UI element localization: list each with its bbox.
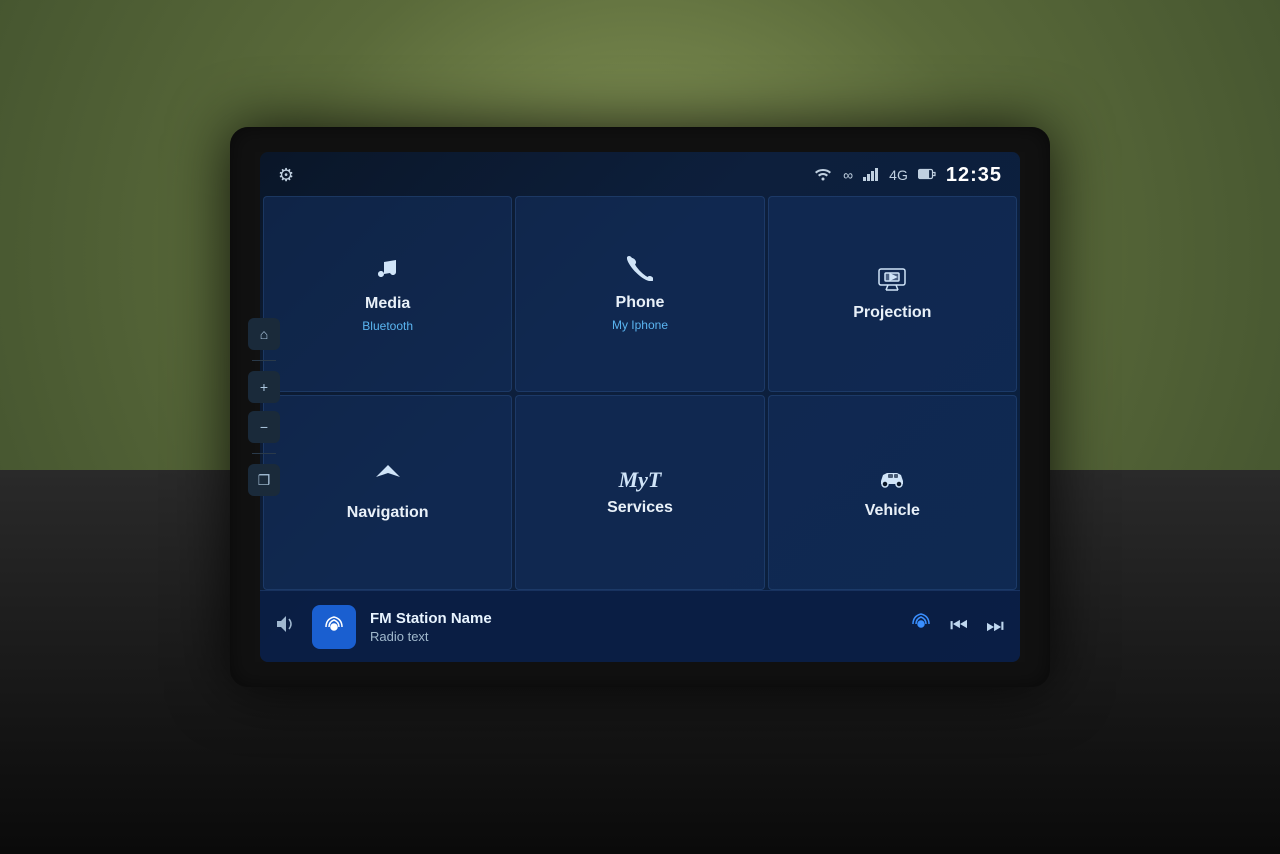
phone-tile[interactable]: Phone My Iphone — [515, 196, 764, 392]
services-tile[interactable]: MyT Services — [515, 395, 764, 591]
radio-text: Radio text — [370, 629, 896, 644]
prev-button[interactable]: ⏮ — [950, 615, 968, 638]
media-controls: ⏮ ⏭ — [910, 613, 1004, 641]
layers-button[interactable]: ❐ — [248, 464, 280, 496]
music-icon — [374, 254, 402, 289]
media-bar: FM Station Name Radio text ⏮ ⏭ — [260, 590, 1020, 662]
projection-icon — [877, 265, 907, 298]
radio-icon-button[interactable] — [312, 605, 356, 649]
app-grid: Media Bluetooth Phone My Iphone — [260, 196, 1020, 590]
media-info: FM Station Name Radio text — [370, 610, 896, 644]
side-controls: ⌂ + − ❐ — [248, 318, 280, 496]
wifi-icon — [813, 167, 833, 184]
radio-active-icon[interactable] — [910, 613, 932, 641]
vehicle-label: Vehicle — [865, 502, 920, 520]
media-label: Media — [365, 295, 410, 313]
navigation-tile[interactable]: Navigation — [263, 395, 512, 591]
main-screen: ⚙ ∞ — [260, 152, 1020, 662]
volume-up-button[interactable]: + — [248, 371, 280, 403]
navigation-icon — [374, 463, 402, 498]
screen-bezel: ⌂ + − ❐ ⚙ ∞ — [230, 127, 1050, 687]
media-sublabel: Bluetooth — [362, 319, 413, 333]
projection-label: Projection — [853, 304, 931, 322]
phone-icon — [627, 255, 653, 288]
projection-tile[interactable]: Projection — [768, 196, 1017, 392]
vehicle-icon — [875, 465, 909, 496]
vehicle-tile[interactable]: Vehicle — [768, 395, 1017, 591]
phone-label: Phone — [616, 294, 665, 312]
volume-down-button[interactable]: − — [248, 411, 280, 443]
next-button[interactable]: ⏭ — [986, 615, 1004, 638]
time-display: 12:35 — [946, 164, 1002, 187]
signal-icon — [863, 167, 879, 184]
settings-icon[interactable]: ⚙ — [278, 165, 294, 186]
station-name: FM Station Name — [370, 610, 896, 627]
volume-icon[interactable] — [276, 615, 298, 638]
4g-label: 4G — [889, 167, 908, 183]
services-label: Services — [607, 499, 673, 517]
infinity-icon: ∞ — [843, 167, 853, 183]
home-button[interactable]: ⌂ — [248, 318, 280, 350]
navigation-label: Navigation — [347, 504, 429, 522]
myt-logo: MyT — [619, 467, 662, 493]
phone-sublabel: My Iphone — [612, 318, 668, 332]
divider-2 — [252, 453, 276, 454]
top-bar: ⚙ ∞ — [260, 152, 1020, 196]
battery-icon — [918, 167, 936, 183]
media-tile[interactable]: Media Bluetooth — [263, 196, 512, 392]
divider-1 — [252, 360, 276, 361]
status-bar: ∞ 4G 12:35 — [813, 164, 1002, 187]
